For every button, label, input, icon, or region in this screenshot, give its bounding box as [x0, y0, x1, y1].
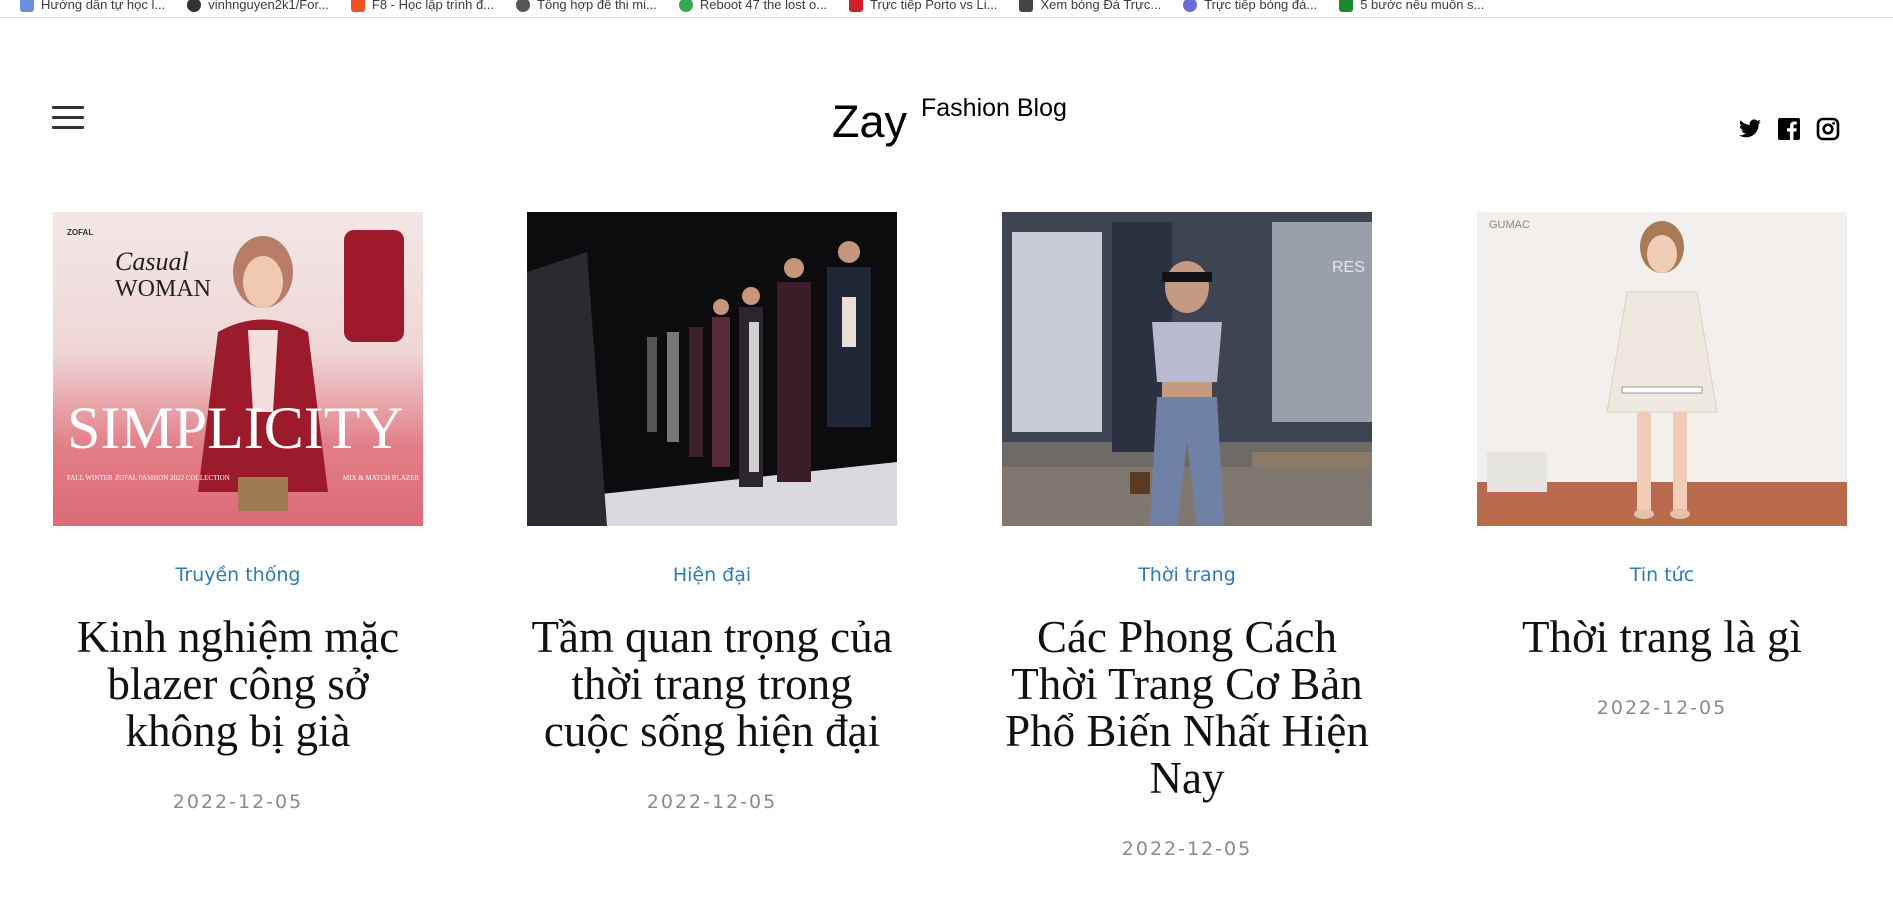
facebook-icon[interactable]: [1777, 117, 1801, 141]
post-category[interactable]: Truyền thống: [53, 564, 423, 586]
post-category[interactable]: Thời trang: [1002, 564, 1372, 586]
runway-image[interactable]: [527, 212, 897, 526]
ball-icon: [1183, 0, 1198, 12]
globe-icon: [516, 0, 531, 12]
flag-icon: [849, 0, 864, 12]
poster-footer-mid: ZOFAL FASHION 2022 COLLECTION: [115, 474, 230, 482]
bookmark-label: Xem bóng Đá Trực...: [1040, 0, 1162, 12]
storefront-text: RES: [1332, 259, 1365, 276]
post-date: 2022-12-05: [646, 791, 778, 813]
bookmark-item[interactable]: F8 - Học lập trình đ...: [350, 0, 495, 12]
post-title[interactable]: Tầm quan trọng của thời trang trong cuộc…: [530, 614, 895, 755]
instagram-icon[interactable]: [1816, 117, 1840, 141]
poster-script: Casual: [115, 247, 189, 276]
post-card[interactable]: GUMAC Tin tức Thời trang là gì 2022-12-0…: [1477, 212, 1847, 719]
bookmark-label: Reboot 47 the lost o...: [699, 0, 828, 12]
bookmark-item[interactable]: Reboot 47 the lost o...: [678, 0, 828, 12]
post-card[interactable]: RES Thời trang Các Phong Cách Thời Trang…: [1002, 212, 1372, 860]
dress-brand: GUMAC: [1489, 219, 1530, 231]
post-card[interactable]: Hiện đại Tầm quan trọng của thời trang t…: [527, 212, 897, 813]
poster-footer-left: FALL WINTER: [67, 474, 113, 482]
poster-footer-right: MIX & MATCH BLAZER: [343, 474, 419, 482]
post-date: 2022-12-05: [1596, 697, 1728, 719]
hamburger-menu-icon[interactable]: [52, 106, 84, 130]
post-category[interactable]: Tin tức: [1477, 564, 1847, 586]
bookmark-label: Trực tiếp bóng đá...: [1204, 0, 1318, 12]
bookmark-item[interactable]: 5 bước nếu muốn s...: [1339, 0, 1484, 12]
post-title[interactable]: Các Phong Cách Thời Trang Cơ Bản Phổ Biế…: [1005, 614, 1370, 802]
bookmark-item[interactable]: vinhnguyen2k1/For...: [187, 0, 329, 12]
blazer-poster-image[interactable]: ZOFAL Casual WOMAN SIMPLICITY FALL WINTE…: [53, 212, 423, 526]
street-style-image[interactable]: RES: [1002, 212, 1372, 526]
poster-headline: WOMAN: [115, 276, 211, 302]
post-card[interactable]: ZOFAL Casual WOMAN SIMPLICITY FALL WINTE…: [53, 212, 423, 813]
bookmark-item[interactable]: Trực tiếp Porto vs Li...: [849, 0, 997, 12]
bookmark-label: Tổng hợp đề thi mi...: [537, 0, 657, 12]
brand-name: Zay: [832, 96, 908, 147]
bookmark-label: 5 bước nếu muốn s...: [1360, 0, 1485, 12]
twitter-icon[interactable]: [1738, 117, 1762, 141]
bookmark-label: vinhnguyen2k1/For...: [208, 0, 329, 12]
bookmark-item[interactable]: Xem bóng Đá Trực...: [1019, 0, 1161, 12]
post-title[interactable]: Kinh nghiệm mặc blazer công sở không bị …: [56, 614, 421, 755]
poster-big-word: SIMPLICITY: [67, 395, 404, 461]
bookmark-item[interactable]: Hướng dẫn tự học l...: [20, 0, 165, 12]
check-icon: [1339, 0, 1354, 12]
bookmark-label: F8 - Học lập trình đ...: [371, 0, 495, 12]
post-title[interactable]: Thời trang là gì: [1480, 614, 1845, 661]
brand-tagline: Fashion Blog: [921, 94, 1067, 122]
bookmark-item[interactable]: Tổng hợp đề thi mi...: [516, 0, 657, 12]
poster-brand: ZOFAL: [67, 228, 93, 237]
post-category[interactable]: Hiện đại: [527, 564, 897, 586]
bookmark-label: Trực tiếp Porto vs Li...: [870, 0, 998, 12]
github-icon: [187, 0, 202, 12]
bookmark-item[interactable]: Trực tiếp bóng đá...: [1183, 0, 1317, 12]
post-date: 2022-12-05: [1121, 838, 1253, 860]
google-icon: [678, 0, 693, 12]
f8-icon: [350, 0, 365, 12]
bookmark-label: Hướng dẫn tự học l...: [41, 0, 166, 12]
dress-model-image[interactable]: GUMAC: [1477, 212, 1847, 526]
doc-icon: [20, 0, 34, 12]
post-date: 2022-12-05: [172, 791, 304, 813]
page-icon: [1019, 0, 1034, 12]
bookmarks-bar: Hướng dẫn tự học l... vinhnguyen2k1/For.…: [0, 0, 1893, 18]
